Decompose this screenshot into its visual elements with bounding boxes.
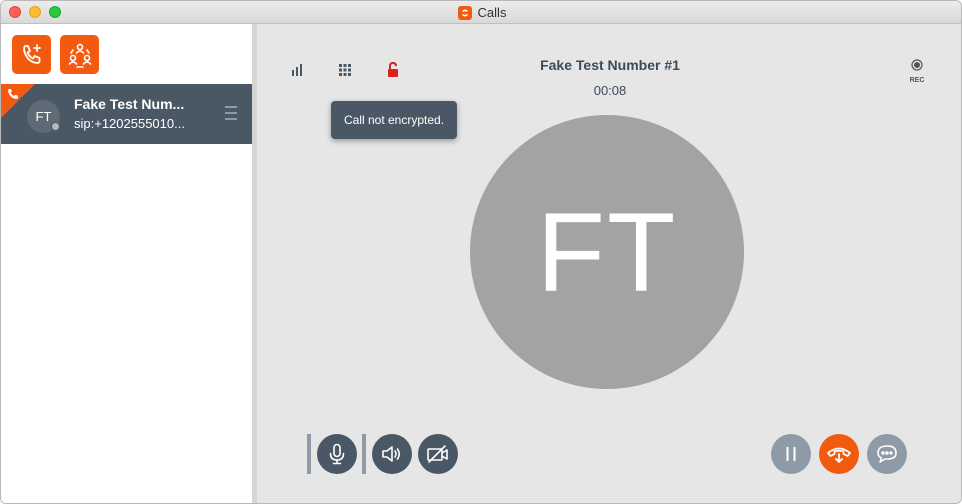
record-button[interactable]: REC [905, 58, 929, 84]
hangup-button[interactable] [819, 434, 859, 474]
call-item-sip: sip:+1202555010... [74, 116, 185, 131]
chat-button[interactable] [867, 434, 907, 474]
conference-button[interactable] [60, 35, 99, 74]
call-item-menu-icon[interactable] [225, 106, 237, 120]
window-title-text: Calls [477, 5, 507, 20]
new-call-button[interactable] [12, 35, 51, 74]
chat-icon [877, 445, 897, 463]
sidebar: FT Fake Test Num... sip:+1202555010... [1, 24, 252, 503]
record-label: REC [909, 77, 925, 84]
phone-plus-icon [22, 43, 41, 64]
hold-button[interactable] [771, 434, 811, 474]
call-duration: 00:08 [593, 83, 627, 98]
pause-icon [786, 447, 796, 461]
window-title: Calls [1, 1, 961, 24]
video-toggle-button[interactable] [418, 434, 458, 474]
call-item-name: Fake Test Num... [74, 96, 185, 112]
group-call-icon [68, 43, 91, 68]
phone-icon [8, 89, 18, 99]
record-icon [911, 59, 923, 71]
calls-window: Calls FT Fake Test Num... sip:+120255501… [0, 0, 962, 504]
speaker-icon [382, 446, 401, 462]
hangup-icon [827, 447, 851, 463]
mute-button[interactable] [317, 434, 357, 474]
speaker-button[interactable] [372, 434, 412, 474]
app-logo-icon [457, 5, 472, 20]
microphone-icon [329, 443, 345, 465]
caller-avatar-large: FT [470, 115, 744, 389]
caller-name: Fake Test Number #1 [540, 57, 680, 73]
title-bar: Calls [1, 1, 961, 24]
active-call-item[interactable]: FT Fake Test Num... sip:+1202555010... [1, 84, 252, 144]
encryption-tooltip: Call not encrypted. [331, 101, 457, 139]
presence-status-dot [51, 122, 60, 131]
call-view: Fake Test Number #1 00:08 REC Call not e… [257, 24, 961, 503]
mute-level-bar-right [362, 434, 366, 474]
mute-level-bar-left [307, 434, 311, 474]
video-off-icon [427, 445, 448, 463]
